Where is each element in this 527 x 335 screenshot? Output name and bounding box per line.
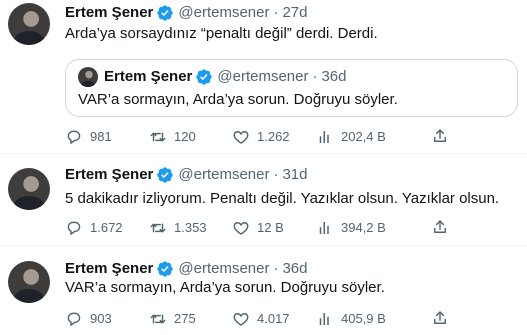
views-icon: [316, 219, 334, 237]
retweet-icon: [149, 128, 167, 146]
separator-dot: ·: [273, 260, 279, 277]
tweet-timestamp[interactable]: 27d: [282, 3, 307, 23]
views-count: 394,2 B: [341, 220, 386, 235]
avatar[interactable]: [8, 3, 50, 45]
author-handle[interactable]: @ertemsener: [178, 165, 269, 185]
reply-icon: [65, 310, 83, 328]
tweet-actions: 1.672 1.353 12 B 394,2 B: [65, 218, 455, 238]
separator-dot: ·: [312, 68, 318, 85]
tweet-text: Arda’ya sorsaydınız “penaltı değil” derd…: [65, 25, 378, 42]
tweet-header: Ertem Şener @ertemsener · 27d: [65, 3, 308, 23]
reply-button[interactable]: 903: [65, 309, 112, 329]
tweet-text: VAR’a sormayın, Arda’ya sorun. Doğruyu s…: [65, 279, 385, 296]
tweet-text: 5 dakikadır izliyorum. Penaltı değil. Ya…: [65, 190, 500, 207]
author-name[interactable]: Ertem Şener: [65, 3, 153, 23]
author-name[interactable]: Ertem Şener: [65, 259, 153, 279]
verified-badge-icon: [156, 166, 174, 184]
like-count: 4.017: [257, 311, 290, 326]
views-button[interactable]: 202,4 B: [316, 127, 386, 147]
tweet-actions: 903 275 4.017 405,9 B: [65, 309, 455, 329]
like-button[interactable]: 12 B: [232, 218, 284, 238]
share-icon: [431, 218, 449, 236]
reply-icon: [65, 219, 83, 237]
tweet[interactable]: Ertem Şener @ertemsener · 31d 5 dakikadı…: [0, 154, 527, 244]
retweet-icon: [149, 219, 167, 237]
verified-badge-icon: [156, 4, 174, 22]
separator-dot: ·: [273, 166, 279, 183]
reply-icon: [65, 128, 83, 146]
reply-count: 981: [90, 129, 112, 144]
retweet-button[interactable]: 120: [149, 127, 196, 147]
views-button[interactable]: 394,2 B: [316, 218, 386, 238]
author-name[interactable]: Ertem Şener: [65, 165, 153, 185]
views-icon: [316, 128, 334, 146]
views-count: 405,9 B: [341, 311, 386, 326]
share-button[interactable]: [431, 218, 449, 236]
share-button[interactable]: [431, 127, 449, 145]
share-icon: [431, 309, 449, 327]
tweet-timestamp[interactable]: 31d: [282, 165, 307, 185]
quoted-tweet-text: VAR’a sormayın, Arda’ya sorun. Doğruyu s…: [78, 91, 398, 108]
views-button[interactable]: 405,9 B: [316, 309, 386, 329]
quoted-tweet-header: Ertem Şener @ertemsener · 36d: [104, 67, 347, 87]
like-count: 1.262: [257, 129, 290, 144]
retweet-button[interactable]: 1.353: [149, 218, 207, 238]
verified-badge-icon: [195, 68, 213, 86]
like-count: 12 B: [257, 220, 284, 235]
tweet-timestamp[interactable]: 36d: [282, 259, 307, 279]
tweet[interactable]: Ertem Şener @ertemsener · 27d Arda’ya so…: [0, 0, 527, 151]
quoted-author-handle: @ertemsener: [217, 68, 309, 85]
quoted-avatar: [78, 67, 98, 87]
tweet-header: Ertem Şener @ertemsener · 36d: [65, 259, 308, 279]
separator-dot: ·: [273, 4, 279, 21]
retweet-count: 120: [174, 129, 196, 144]
views-count: 202,4 B: [341, 129, 386, 144]
share-icon: [431, 127, 449, 145]
retweet-icon: [149, 310, 167, 328]
reply-button[interactable]: 981: [65, 127, 112, 147]
views-icon: [316, 310, 334, 328]
retweet-button[interactable]: 275: [149, 309, 196, 329]
quoted-author-name: Ertem Şener: [104, 68, 193, 85]
avatar[interactable]: [8, 168, 50, 210]
tweet-actions: 981 120 1.262 202,4 B: [65, 127, 455, 147]
retweet-count: 275: [174, 311, 196, 326]
author-handle[interactable]: @ertemsener: [178, 259, 269, 279]
tweet[interactable]: Ertem Şener @ertemsener · 36d VAR’a sorm…: [0, 246, 527, 335]
like-icon: [232, 128, 250, 146]
reply-count: 903: [90, 311, 112, 326]
quoted-tweet[interactable]: Ertem Şener @ertemsener · 36d VAR’a sorm…: [65, 59, 518, 117]
like-icon: [232, 310, 250, 328]
reply-button[interactable]: 1.672: [65, 218, 123, 238]
like-icon: [232, 219, 250, 237]
quoted-tweet-timestamp: 36d: [321, 68, 347, 85]
avatar[interactable]: [8, 261, 50, 303]
retweet-count: 1.353: [174, 220, 207, 235]
author-handle[interactable]: @ertemsener: [178, 3, 269, 23]
like-button[interactable]: 4.017: [232, 309, 290, 329]
like-button[interactable]: 1.262: [232, 127, 290, 147]
tweet-header: Ertem Şener @ertemsener · 31d: [65, 165, 308, 185]
verified-badge-icon: [156, 260, 174, 278]
reply-count: 1.672: [90, 220, 123, 235]
share-button[interactable]: [431, 309, 449, 327]
